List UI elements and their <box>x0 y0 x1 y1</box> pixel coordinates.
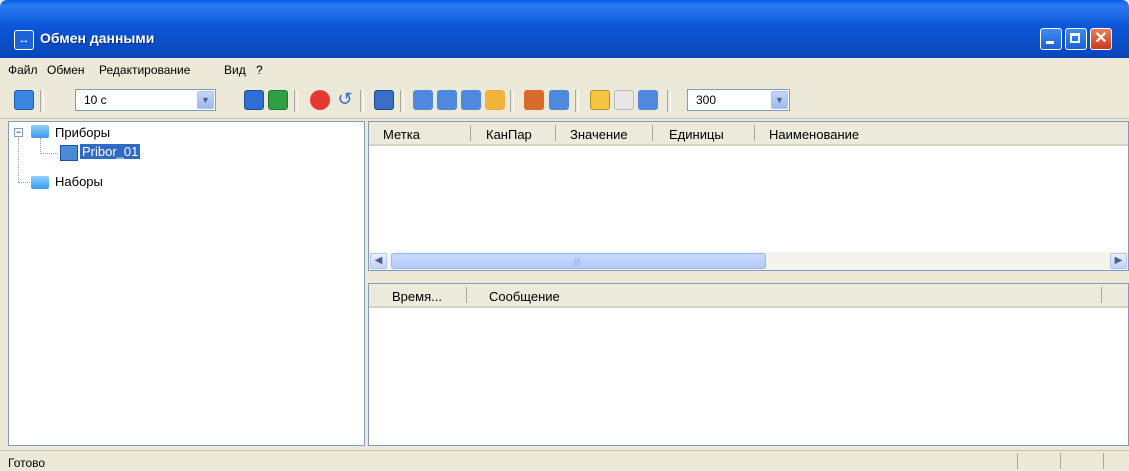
column-separator[interactable] <box>466 287 467 303</box>
main-window: ↔ Обмен данными ✕ Файл Обмен Редактирова… <box>0 0 1129 471</box>
back-icon[interactable] <box>244 90 264 110</box>
tree-item-devices[interactable]: Приборы <box>55 125 110 140</box>
tree-line <box>40 138 41 154</box>
minimize-button[interactable] <box>1040 28 1062 50</box>
device-tree[interactable]: − Приборы Pribor_01 Наборы <box>8 121 365 446</box>
column-separator[interactable] <box>754 125 755 141</box>
forward-icon[interactable] <box>268 90 288 110</box>
tree-item-device[interactable]: Pribor_01 <box>80 144 141 159</box>
interval-select[interactable]: 10 с ▼ <box>75 89 216 111</box>
column-separator[interactable] <box>652 125 653 141</box>
device-icon[interactable] <box>549 90 569 110</box>
count-value: 300 <box>696 93 717 107</box>
maximize-button[interactable] <box>1065 28 1087 50</box>
menu-bar: Файл Обмен Редактирование Вид ? <box>0 60 1129 82</box>
palette-icon[interactable] <box>485 90 505 110</box>
folder-icon <box>31 125 49 138</box>
close-icon: ✕ <box>1094 30 1108 47</box>
column-header-time[interactable]: Время... <box>392 289 442 304</box>
status-pane <box>1060 453 1101 469</box>
column-header-units[interactable]: Единицы <box>669 127 724 142</box>
interval-value: 10 с <box>84 93 107 107</box>
status-text: Готово <box>8 456 46 470</box>
save-icon[interactable] <box>374 90 394 110</box>
status-bar: Готово <box>0 450 1129 471</box>
chevron-down-icon[interactable]: ▼ <box>771 91 788 109</box>
column-header-label[interactable]: Метка <box>383 127 420 142</box>
delete-icon[interactable] <box>437 90 457 110</box>
column-header-message[interactable]: Сообщение <box>489 289 560 304</box>
log-header: Время... Сообщение <box>369 284 1128 308</box>
chart-icon[interactable] <box>638 90 658 110</box>
title-bar[interactable]: ↔ Обмен данными ✕ <box>0 0 1129 58</box>
toolbar-separator <box>575 90 579 112</box>
import-icon[interactable] <box>524 90 544 110</box>
tree-item-sets[interactable]: Наборы <box>55 174 103 189</box>
tree-line <box>40 153 58 154</box>
export-icon[interactable] <box>461 90 481 110</box>
horizontal-scrollbar[interactable]: ◀ ||| ▶ <box>369 252 1128 270</box>
table-header: Метка КанПар Значение Единицы Наименован… <box>369 122 1128 146</box>
edit-icon[interactable] <box>413 90 433 110</box>
chevron-down-icon[interactable]: ▼ <box>197 91 214 109</box>
toolbar-separator <box>667 90 671 112</box>
scroll-right-button[interactable]: ▶ <box>1110 253 1127 269</box>
window-title: Обмен данными <box>40 30 155 46</box>
scroll-grip: ||| <box>574 257 581 266</box>
tree-line <box>18 182 30 183</box>
menu-view[interactable]: Вид <box>224 63 246 77</box>
toolbar-separator <box>360 90 364 112</box>
log-table[interactable]: Время... Сообщение <box>368 283 1129 446</box>
device-icon <box>60 145 78 161</box>
menu-file[interactable]: Файл <box>8 63 38 77</box>
app-icon: ↔ <box>14 30 34 50</box>
tree-line <box>18 138 19 182</box>
toolbar-separator <box>294 90 298 112</box>
scroll-left-button[interactable]: ◀ <box>370 253 387 269</box>
toolbar-separator <box>40 90 44 112</box>
toolbar-separator <box>510 90 514 112</box>
menu-help[interactable]: ? <box>256 63 263 77</box>
column-separator[interactable] <box>470 125 471 141</box>
toolbar: 10 с ▼ ↺ 300 ▼ <box>0 84 1129 119</box>
column-header-channel[interactable]: КанПар <box>486 127 532 142</box>
refresh-icon[interactable] <box>14 90 34 110</box>
column-header-name[interactable]: Наименование <box>769 127 859 142</box>
stop-icon[interactable] <box>310 90 330 110</box>
scroll-thumb[interactable]: ||| <box>391 253 766 269</box>
values-table[interactable]: Метка КанПар Значение Единицы Наименован… <box>368 121 1129 271</box>
column-separator[interactable] <box>555 125 556 141</box>
undo-icon[interactable]: ↺ <box>335 90 355 110</box>
menu-exchange[interactable]: Обмен <box>47 63 85 77</box>
toolbar-separator <box>400 90 404 112</box>
count-select[interactable]: 300 ▼ <box>687 89 790 111</box>
resize-grip-icon[interactable] <box>1103 453 1128 469</box>
close-button[interactable]: ✕ <box>1090 28 1112 50</box>
menu-edit[interactable]: Редактирование <box>99 63 190 77</box>
search-icon[interactable] <box>590 90 610 110</box>
column-header-value[interactable]: Значение <box>570 127 628 142</box>
collapse-icon[interactable]: − <box>14 128 23 137</box>
status-pane <box>1017 453 1058 469</box>
grid-icon[interactable] <box>614 90 634 110</box>
column-separator[interactable] <box>1101 287 1102 303</box>
folder-icon <box>31 176 49 189</box>
